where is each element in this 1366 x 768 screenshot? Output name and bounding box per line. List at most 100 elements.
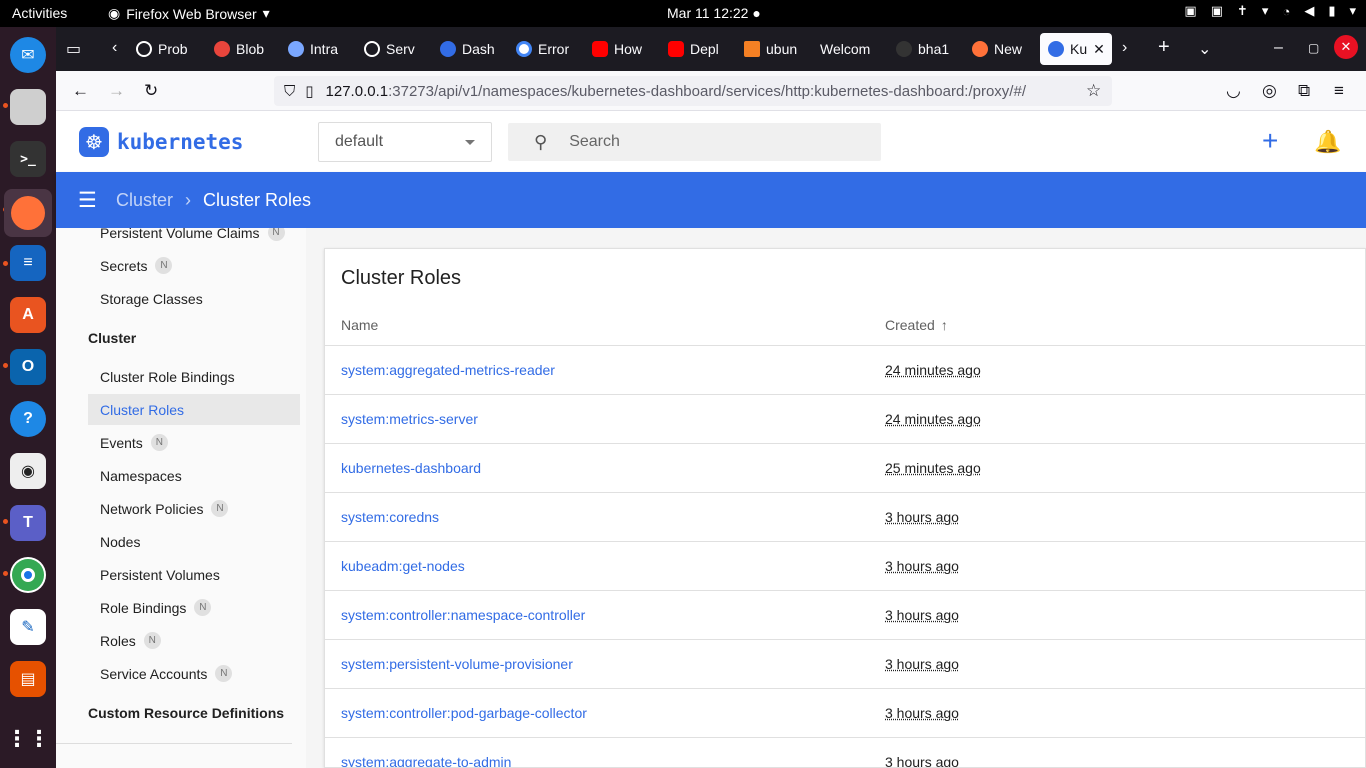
tab[interactable]: bha1 [888,33,960,65]
system-tray[interactable]: ▣ ▣ ✝ ▾ ◔ ◀ ▮ ▾ [1184,3,1356,19]
namespace-select[interactable]: default [318,122,492,162]
sidebar-item-secrets[interactable]: Secrets N [88,250,300,281]
sidebar-item-persistent-volumes[interactable]: Persistent Volumes [88,559,300,590]
tab[interactable]: Intra [280,33,352,65]
sidebar-section-custom-resource-definitions[interactable]: Custom Resource Definitions [88,705,284,721]
url-bar[interactable]: ⛉ ▯ 127.0.0.1:37273/api/v1/namespaces/ku… [274,76,1112,106]
sidebar-item-persistent-volume-claims[interactable]: Persistent Volume Claims N [88,228,300,248]
sidebar-item-network-policies[interactable]: Network Policies N [88,493,300,524]
cluster-role-link[interactable]: system:aggregated-metrics-reader [341,362,555,378]
sidebar-item-service-accounts[interactable]: Service Accounts N [88,658,300,689]
tab[interactable]: Serv [356,33,428,65]
cluster-role-link[interactable]: system:aggregate-to-admin [341,754,511,767]
tab[interactable]: Depl [660,33,732,65]
sidebar-section-cluster[interactable]: Cluster [88,330,136,346]
tab-label: Blob [236,41,265,57]
terminal-icon[interactable]: >_ [10,141,46,177]
forward-icon[interactable]: → [108,81,125,101]
hamburger-menu-icon[interactable]: ☰ [78,188,97,213]
sidebar-item-cluster-roles[interactable]: Cluster Roles [88,394,300,425]
teams-icon[interactable]: T [10,505,46,541]
wifi-icon[interactable]: ◔ [1282,4,1290,19]
tab[interactable]: ubun [736,33,808,65]
sidebar-item-events[interactable]: Events N [88,427,300,458]
chrome-icon[interactable] [10,557,46,593]
cluster-role-link[interactable]: system:persistent-volume-provisioner [341,656,573,672]
activities-button[interactable]: Activities [12,5,67,21]
column-header-name[interactable]: Name [341,317,378,333]
close-tab-icon[interactable]: ✕ [1093,41,1105,58]
rhythmbox-icon[interactable]: ◉ [10,453,46,489]
sidebar-item-cluster-role-bindings[interactable]: Cluster Role Bindings [88,361,300,392]
tab-label: ubun [766,41,798,57]
info-icon [364,41,380,57]
cluster-role-link[interactable]: kubeadm:get-nodes [341,558,465,574]
cluster-role-link[interactable]: system:controller:pod-garbage-collector [341,705,587,721]
sidebar-item-namespaces[interactable]: Namespaces [88,460,300,491]
tab[interactable]: New [964,33,1036,65]
maximize-icon[interactable]: ▢ [1308,41,1319,55]
show-apps-icon[interactable]: ⋮⋮ [6,721,50,757]
cluster-role-link[interactable]: system:controller:namespace-controller [341,607,585,623]
breadcrumb-cluster[interactable]: Cluster [116,190,173,211]
extensions-icon[interactable]: ⧉ [1298,81,1310,101]
shield-icon[interactable]: ⛉ [284,83,295,100]
firefox-dock-icon[interactable] [4,189,52,237]
tab-label: Error [538,41,570,57]
search-input[interactable]: ⚲ Search [508,123,881,161]
app-menu[interactable]: ◉ Firefox Web Browser ▾ [108,5,270,22]
minimize-icon[interactable]: – [1274,39,1283,57]
firefox-favicon-icon [972,41,988,57]
page-icon[interactable]: ▯ [305,82,313,100]
create-plus-icon[interactable]: + [1262,125,1278,157]
files-icon[interactable] [10,89,46,125]
menu-icon[interactable]: ≡ [1334,81,1344,101]
bookmark-star-icon[interactable]: ☆ [1086,81,1101,101]
tab-scroll-left-icon[interactable]: ‹ [112,39,117,57]
sidebar-item-roles[interactable]: Roles N [88,625,300,656]
back-icon[interactable]: ← [72,81,89,101]
volume-icon[interactable]: ◀ [1304,3,1314,19]
firefox-view-icon[interactable]: ▭ [66,39,81,59]
tab[interactable]: Error [508,33,580,65]
sidebar-item-role-bindings[interactable]: Role Bindings N [88,592,300,623]
namespaced-badge: N [194,599,212,616]
reload-icon[interactable]: ↻ [144,81,158,101]
app-center-icon[interactable]: A [10,297,46,333]
writer-icon[interactable]: ≡ [10,245,46,281]
thunderbird-icon[interactable]: ✉ [10,37,46,73]
tab[interactable]: How [584,33,656,65]
tab[interactable]: Prob [128,33,200,65]
help-icon[interactable]: ? [10,401,46,437]
cluster-role-link[interactable]: kubernetes-dashboard [341,460,481,476]
account-icon[interactable]: ◎ [1262,81,1277,101]
tab[interactable]: Welcom [812,33,884,65]
tab[interactable]: Blob [206,33,278,65]
created-time: 25 minutes ago [885,460,981,476]
running-indicator [3,571,8,576]
tab-active[interactable]: Ku ✕ [1040,33,1112,65]
outlook-icon[interactable]: O [10,349,46,385]
cluster-role-link[interactable]: system:coredns [341,509,439,525]
tab[interactable]: Dash [432,33,504,65]
accessibility-icon[interactable]: ✝ [1237,3,1248,19]
teams-tray-icon[interactable]: ▣ [1211,3,1223,19]
new-tab-icon[interactable]: + [1158,36,1170,59]
sidebar-item-nodes[interactable]: Nodes [88,526,300,557]
close-window-icon[interactable]: ✕ [1334,35,1358,59]
pocket-icon[interactable]: ◡ [1226,81,1241,101]
text-editor-icon[interactable]: ✎ [10,609,46,645]
sidebar-item-storage-classes[interactable]: Storage Classes [88,283,300,314]
list-all-tabs-icon[interactable]: ⌄ [1198,39,1211,59]
outlook-tray-icon[interactable]: ▣ [1184,3,1196,19]
notifications-bell-icon[interactable]: 🔔 [1314,129,1341,155]
tab-scroll-right-icon[interactable]: › [1122,39,1127,57]
cluster-role-link[interactable]: system:metrics-server [341,411,478,427]
clock[interactable]: Mar 11 12:22 ● [667,5,761,21]
impress-icon[interactable]: ▤ [10,661,46,697]
battery-icon[interactable]: ▮ [1328,3,1335,19]
namespace-value: default [335,133,384,150]
column-header-created[interactable]: Created ↑ [885,317,948,333]
kubernetes-logo[interactable]: ☸ kubernetes [79,127,243,157]
tab-label: Serv [386,41,415,57]
